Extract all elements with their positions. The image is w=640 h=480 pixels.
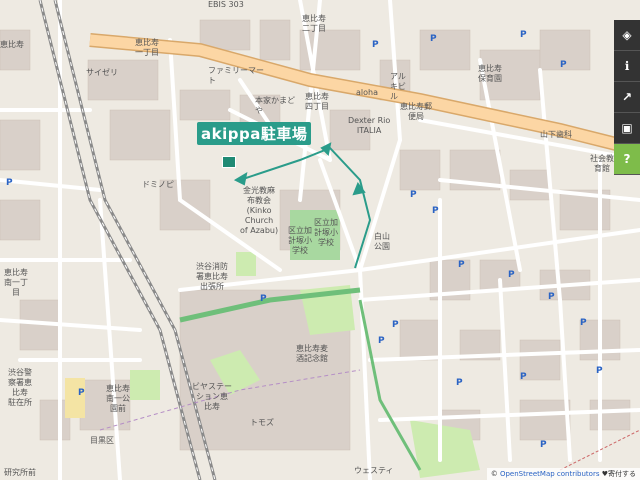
parking-icon[interactable]: P xyxy=(596,366,603,376)
layers-icon[interactable]: ◈ xyxy=(614,20,640,51)
label-ebisu-office: 恵比寿郵 便局 xyxy=(400,102,432,121)
label-minami: 恵比寿 南一公 園前 xyxy=(106,384,130,413)
parking-icon[interactable]: P xyxy=(372,40,379,50)
share-icon[interactable]: ↗ xyxy=(614,82,640,113)
label-park-1: 恵比寿 南一丁目 xyxy=(4,268,28,297)
parking-icon[interactable]: P xyxy=(560,60,567,70)
label-yamashita: 山下歯科 xyxy=(540,130,572,139)
parking-icon[interactable]: P xyxy=(430,34,437,44)
label-westin: ウェスティ xyxy=(354,466,394,475)
label-hoikuen: 恵比寿 保育園 xyxy=(478,64,502,83)
donate-link[interactable]: ♥寄付する xyxy=(602,470,636,478)
label-school-b: 区立加 計塚小 学校 xyxy=(288,226,312,255)
map-controls: ◈ ℹ ↗ ▣ ? xyxy=(614,20,640,175)
parking-icon[interactable]: P xyxy=(6,178,13,188)
label-ebisu-1: 恵比寿 一丁目 xyxy=(135,38,159,57)
attribution: © OpenStreetMap contributors ♥寄付する xyxy=(486,468,640,480)
label-dexter: Dexter Rio ITALIA xyxy=(348,116,391,135)
label-hakugin: 白山 公園 xyxy=(374,232,390,251)
label-tomoz: トモズ xyxy=(250,418,274,427)
parking-callout[interactable]: akippa駐車場 xyxy=(197,122,312,145)
parking-icon[interactable]: P xyxy=(78,388,85,398)
label-kenkyu: 研究所前 xyxy=(4,468,36,477)
parking-icon[interactable]: P xyxy=(548,292,555,302)
parking-icon[interactable]: P xyxy=(580,318,587,328)
parking-icon[interactable]: P xyxy=(508,270,515,280)
label-fire: 渋谷消防 署恵比寿 出張所 xyxy=(196,262,228,291)
label-honjitsu: 本家かまどや xyxy=(255,96,295,115)
label-police: 渋谷警 察署恵 比寿 駐在所 xyxy=(8,368,32,407)
query-icon[interactable]: ? xyxy=(614,144,640,175)
parking-icon[interactable]: P xyxy=(540,440,547,450)
parking-icon[interactable]: P xyxy=(456,378,463,388)
osm-link[interactable]: OpenStreetMap contributors xyxy=(500,470,600,478)
label-garden: 恵比寿麦 酒記念館 xyxy=(296,344,328,363)
info-icon[interactable]: ℹ xyxy=(614,51,640,82)
label-dokimi: ドミノピ xyxy=(142,180,174,189)
map-canvas[interactable]: akippa駐車場 EBIS 303 恵比寿 一丁目 ファミリーマート 本家かまど… xyxy=(0,0,640,480)
parking-icon[interactable]: P xyxy=(520,372,527,382)
label-tower: ビヤステー ション恵 比寿 xyxy=(192,382,232,411)
label-saizeria: サイゼリ xyxy=(86,68,118,77)
note-icon[interactable]: ▣ xyxy=(614,113,640,144)
parking-icon[interactable]: P xyxy=(432,206,439,216)
label-famima: ファミリーマート xyxy=(208,66,264,85)
parking-marker-icon[interactable] xyxy=(222,156,236,168)
label-ebis303: EBIS 303 xyxy=(208,0,244,9)
label-church: 金光教麻 布教会 (Kinko Church of Azabu) xyxy=(240,186,279,235)
parking-icon[interactable]: P xyxy=(392,320,399,330)
label-kyokai: 社会教 育館 xyxy=(590,154,614,173)
label-ebisu-station: 恵比寿 xyxy=(0,40,24,49)
label-alki: アル キビル xyxy=(390,72,406,101)
label-ebisu-4: 恵比寿 四丁目 xyxy=(305,92,329,111)
parking-icon[interactable]: P xyxy=(378,336,385,346)
label-ebisu-2: 恵比寿 二丁目 xyxy=(302,14,326,33)
parking-icon[interactable]: P xyxy=(458,260,465,270)
copyright-symbol: © xyxy=(490,470,498,478)
label-school-a: 区立加 計塚小 学校 xyxy=(314,218,338,247)
parking-icon[interactable]: P xyxy=(520,30,527,40)
label-meguro: 目黒区 xyxy=(90,436,114,445)
parking-icon[interactable]: P xyxy=(410,190,417,200)
label-aloha: aloha xyxy=(356,88,378,97)
parking-icon[interactable]: P xyxy=(260,294,267,304)
